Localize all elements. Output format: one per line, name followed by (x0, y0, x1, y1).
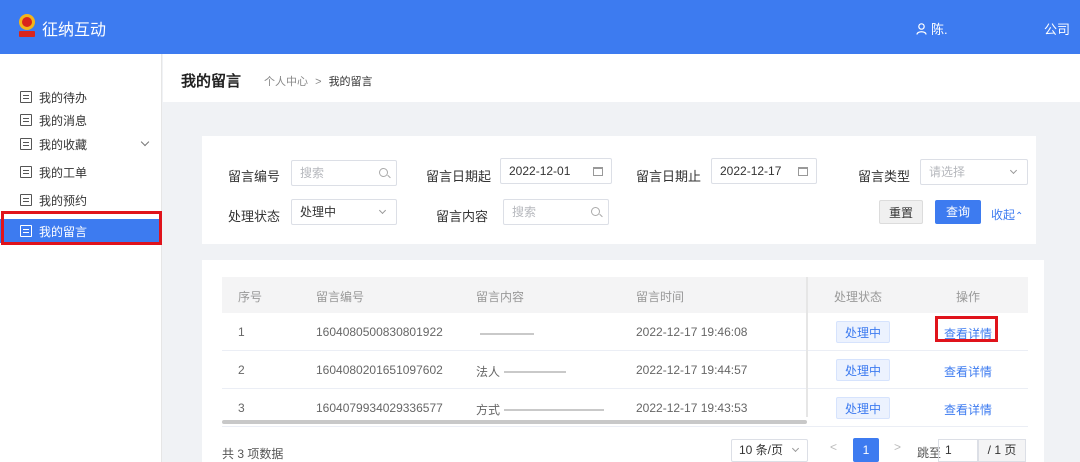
content-label: 留言内容 (436, 209, 489, 224)
breadcrumb-current: 我的留言 (328, 76, 373, 88)
highlight-box-sidebar (1, 211, 162, 245)
status-label: 处理状态 (228, 209, 281, 224)
date-to-picker[interactable]: 2022-12-17 (711, 158, 817, 184)
message-type-select[interactable]: 请选择 (920, 159, 1028, 185)
chevron-up-icon: ⌃ (1015, 211, 1024, 222)
sidebar-item-label: 我的工单 (39, 165, 88, 180)
row-index: 1 (238, 325, 245, 339)
view-details-link[interactable]: 查看详情 (944, 401, 992, 418)
page-title: 我的留言 (181, 73, 242, 90)
content-search-input[interactable]: 搜索 (503, 199, 609, 225)
filter-panel: 留言编号 搜索 留言日期起 2022-12-01 留言日期止 2022-12-1… (202, 136, 1036, 244)
total-items-text: 共 3 项数据 (222, 447, 284, 461)
column-header: 留言编号 (316, 290, 365, 304)
page-number-button[interactable]: 1 (853, 438, 879, 462)
sidebar-item-label: 我的待办 (39, 90, 88, 105)
message-number-label: 留言编号 (228, 169, 281, 184)
sidebar-item-label: 我的预约 (39, 193, 88, 208)
redacted-text (480, 333, 534, 335)
row-index: 2 (238, 363, 245, 377)
highlight-box-view-details (935, 316, 998, 342)
message-time: 2022-12-17 19:44:57 (636, 363, 748, 377)
status-badge: 处理中 (836, 397, 891, 419)
column-header: 留言时间 (636, 290, 685, 304)
app-title: 征纳互动 (42, 22, 107, 39)
status-badge: 处理中 (836, 359, 891, 381)
chevron-down-icon (791, 444, 800, 453)
document-icon (20, 114, 32, 126)
sidebar: 我的待办 我的消息 我的收藏 我的工单 我的预约 我的留言 (0, 54, 162, 462)
horizontal-scrollbar[interactable] (222, 420, 807, 424)
page-header: 我的留言 个人中心 > 我的留言 (163, 54, 1080, 102)
messages-table-card: 序号 留言编号 留言内容 留言时间 处理状态 操作 1 160408050083… (202, 260, 1044, 462)
date-from-picker[interactable]: 2022-12-01 (500, 158, 612, 184)
prev-page-button[interactable]: < (830, 440, 837, 454)
chevron-down-icon (140, 137, 150, 147)
column-header: 序号 (238, 290, 263, 304)
next-page-button[interactable]: > (894, 440, 901, 454)
breadcrumb-parent[interactable]: 个人中心 (264, 76, 308, 88)
date-from-label: 留言日期起 (426, 169, 492, 184)
page-size-select[interactable]: 10 条/页 (731, 439, 808, 462)
chevron-down-icon (1009, 166, 1018, 175)
column-header: 处理状态 (834, 290, 883, 304)
sidebar-item-appointments[interactable]: 我的预约 (0, 188, 162, 212)
document-icon (20, 91, 32, 103)
document-icon (20, 138, 32, 150)
table-row: 2 1604080201651097602 法人 2022-12-17 19:4… (222, 351, 1028, 389)
breadcrumb-separator: > (315, 76, 322, 88)
row-index: 3 (238, 401, 245, 415)
company-name[interactable]: 公司 (1044, 19, 1070, 38)
collapse-filters-link[interactable]: 收起⌃ (991, 206, 1023, 223)
jump-page-input[interactable]: 1 (938, 439, 978, 462)
calendar-icon (593, 167, 603, 176)
status-badge: 处理中 (836, 321, 891, 343)
table-header: 序号 留言编号 留言内容 留言时间 处理状态 操作 (222, 277, 1028, 313)
column-header: 操作 (956, 290, 981, 304)
message-time: 2022-12-17 19:43:53 (636, 401, 748, 415)
total-pages-text: / 1 页 (978, 439, 1026, 462)
message-content: 法人 (476, 365, 501, 379)
chevron-down-icon (378, 206, 387, 215)
query-button[interactable]: 查询 (935, 200, 981, 224)
breadcrumb: 个人中心 > 我的留言 (264, 73, 373, 89)
message-number: 1604080201651097602 (316, 363, 443, 377)
user-menu[interactable]: 陈. (916, 19, 948, 38)
message-number: 1604080500830801922 (316, 325, 443, 339)
sidebar-item-work-orders[interactable]: 我的工单 (0, 160, 162, 184)
message-content: 方式 (476, 403, 501, 417)
date-to-label: 留言日期止 (636, 169, 702, 184)
sidebar-item-label: 我的消息 (39, 113, 88, 128)
tax-emblem-logo-icon (19, 14, 35, 37)
redacted-text (504, 371, 566, 373)
search-icon (591, 207, 600, 216)
redacted-text (504, 409, 604, 411)
table-row: 1 1604080500830801922 2022-12-17 19:46:0… (222, 313, 1028, 351)
reset-button[interactable]: 重置 (879, 200, 923, 224)
message-number: 1604079934029336577 (316, 401, 443, 415)
view-details-link[interactable]: 查看详情 (944, 363, 992, 380)
message-type-label: 留言类型 (858, 169, 911, 184)
message-time: 2022-12-17 19:46:08 (636, 325, 748, 339)
document-icon (20, 194, 32, 206)
sidebar-item-label: 我的收藏 (39, 137, 88, 152)
user-name: 陈. (931, 22, 948, 37)
sidebar-item-messages[interactable]: 我的消息 (0, 108, 162, 132)
user-icon (916, 22, 927, 35)
sidebar-item-favorites[interactable]: 我的收藏 (0, 132, 162, 156)
column-header: 留言内容 (476, 290, 525, 304)
search-icon (379, 168, 388, 177)
calendar-icon (798, 167, 808, 176)
sidebar-item-todo[interactable]: 我的待办 (0, 85, 162, 109)
fixed-column-divider (806, 277, 808, 417)
top-bar: 征纳互动 陈. 公司 (0, 0, 1080, 54)
message-number-input[interactable]: 搜索 (291, 160, 397, 186)
status-select[interactable]: 处理中 (291, 199, 397, 225)
document-icon (20, 166, 32, 178)
